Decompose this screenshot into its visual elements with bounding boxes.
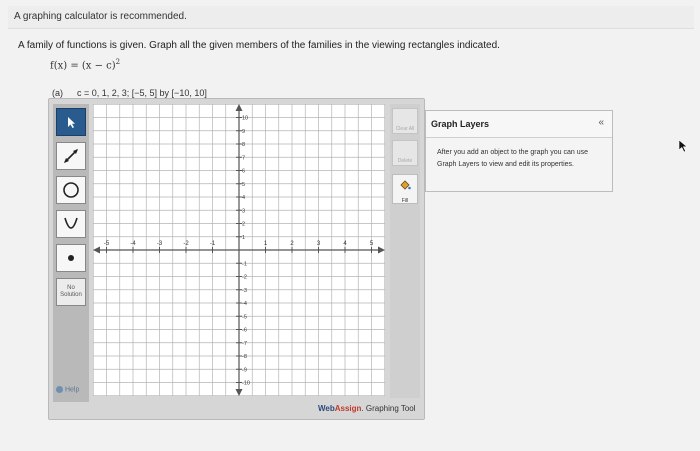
circle-tool[interactable] xyxy=(56,176,86,204)
help-link[interactable]: Help xyxy=(56,386,79,393)
function-expression: f(x) = (x − c) xyxy=(50,60,116,72)
x-tick-label: -5 xyxy=(104,241,110,247)
brand-web: Web xyxy=(318,404,335,413)
parabola-icon xyxy=(64,217,78,229)
y-tick-label: -8 xyxy=(242,354,247,360)
pointer-tool[interactable] xyxy=(56,108,86,136)
graph-toolbar: No Solution Help xyxy=(53,104,89,402)
y-tick-label: 4 xyxy=(242,195,245,201)
part-spec: c = 0, 1, 2, 3; [−5, 5] by [−10, 10] xyxy=(77,88,207,98)
no-solution-line1: No xyxy=(67,285,75,291)
parabola-tool[interactable] xyxy=(56,210,86,238)
problem-instructions: A family of functions is given. Graph al… xyxy=(18,40,500,51)
fill-button[interactable]: Fill xyxy=(392,174,418,204)
graph-canvas[interactable]: -5 -4 -3 -2 -1 1 2 3 4 510987654321-1-2-3-4-5-6-7… xyxy=(93,104,385,396)
mouse-cursor-icon xyxy=(678,139,688,153)
graph-layers-help-text: After you add an object to the graph you… xyxy=(437,149,588,168)
delete-button[interactable]: Delete xyxy=(392,140,418,166)
y-tick-label: 3 xyxy=(242,208,245,214)
y-tick-label: -6 xyxy=(242,328,247,334)
graph-action-bar: Clear All Delete Fill xyxy=(390,104,420,398)
y-tick-label: 9 xyxy=(242,129,245,135)
y-tick-label: -9 xyxy=(242,367,247,373)
paint-bucket-icon xyxy=(400,180,411,190)
pointer-icon xyxy=(68,117,75,128)
part-a-prompt: (a) c = 0, 1, 2, 3; [−5, 5] by [−10, 10] xyxy=(52,88,207,98)
x-tick-label: -3 xyxy=(157,241,163,247)
line-icon xyxy=(64,149,78,163)
line-tool[interactable] xyxy=(56,142,86,170)
y-tick-label: -5 xyxy=(242,314,247,320)
graph-layers-panel: Graph Layers « After you add an object t… xyxy=(425,110,613,192)
clear-all-label: Clear All xyxy=(395,126,415,132)
y-tick-label: 8 xyxy=(242,142,245,148)
x-tick-label: -4 xyxy=(130,241,136,247)
function-definition: f(x) = (x − c)2 xyxy=(50,58,120,71)
y-tick-label: 7 xyxy=(242,155,245,161)
part-label: (a) xyxy=(52,88,63,98)
y-tick-label: 2 xyxy=(242,222,245,228)
webassign-brand: WebAssign. Graphing Tool xyxy=(318,404,416,413)
banner-text: A graphing calculator is recommended. xyxy=(14,11,187,22)
delete-label: Delete xyxy=(397,158,413,164)
fill-label: Fill xyxy=(401,198,409,204)
recommendation-banner: A graphing calculator is recommended. xyxy=(8,6,694,29)
function-exponent: 2 xyxy=(115,58,121,66)
y-tick-label: -7 xyxy=(242,341,247,347)
clear-all-button[interactable]: Clear All xyxy=(392,108,418,134)
brand-assign: Assign xyxy=(334,404,362,413)
y-tick-label: -4 xyxy=(242,301,247,307)
point-tool[interactable] xyxy=(56,244,86,272)
y-tick-label: 10 xyxy=(242,116,248,122)
y-tick-label: -3 xyxy=(242,288,247,294)
collapse-icon[interactable]: « xyxy=(598,117,604,128)
y-tick-label: 5 xyxy=(242,182,245,188)
no-solution-button[interactable]: No Solution xyxy=(56,278,86,306)
y-tick-label: 1 xyxy=(242,235,245,241)
point-icon xyxy=(68,255,74,261)
x-tick-label: -2 xyxy=(183,241,189,247)
x-tick-label: -1 xyxy=(210,241,216,247)
y-tick-label: -1 xyxy=(242,261,247,267)
graph-layers-header: Graph Layers « xyxy=(426,111,612,138)
help-label: Help xyxy=(64,386,80,394)
circle-icon xyxy=(63,182,79,198)
graph-layers-title: Graph Layers xyxy=(431,119,490,129)
y-tick-label: 6 xyxy=(242,169,245,175)
no-solution-line2: Solution xyxy=(60,292,82,298)
y-tick-label: -2 xyxy=(242,275,247,281)
help-icon xyxy=(56,386,63,393)
y-tick-label: -10 xyxy=(242,381,250,387)
brand-suffix: . Graphing Tool xyxy=(361,404,416,413)
